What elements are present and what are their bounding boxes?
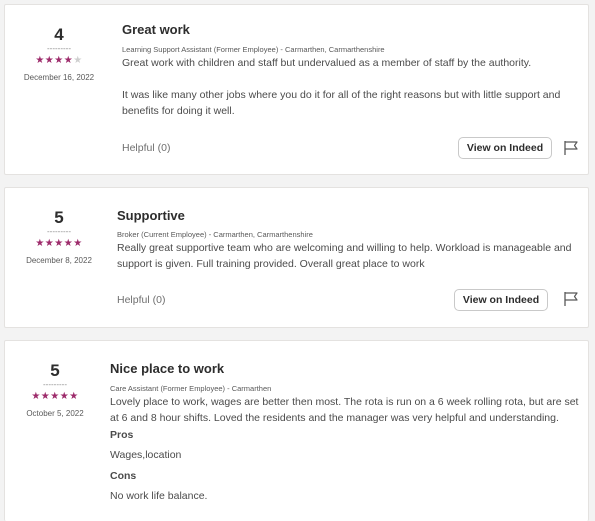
star-filled-icon: ★ bbox=[44, 55, 55, 66]
review-card: 5 --------- ★★★★★ October 5, 2022 Nice p… bbox=[4, 340, 589, 521]
star-filled-icon: ★ bbox=[54, 238, 64, 249]
review-body: Great work with children and staff but u… bbox=[122, 55, 577, 119]
review-content: Supportive Broker (Current Employee) - C… bbox=[117, 208, 577, 272]
rating-block: 5 --------- ★★★★★ October 5, 2022 bbox=[15, 361, 95, 418]
view-on-indeed-button[interactable]: View on Indeed bbox=[454, 289, 548, 311]
star-filled-icon: ★ bbox=[63, 55, 74, 66]
reviewer-meta: Broker (Current Employee) - Carmarthen, … bbox=[117, 230, 313, 239]
star-filled-icon: ★ bbox=[35, 55, 45, 66]
review-date: October 5, 2022 bbox=[26, 409, 84, 418]
star-empty-icon: ★ bbox=[73, 55, 83, 66]
rating-divider: --------- bbox=[47, 44, 71, 53]
star-filled-icon: ★ bbox=[50, 391, 60, 402]
review-paragraph: Lovely place to work, wages are better t… bbox=[110, 396, 579, 424]
pros-heading: Pros bbox=[110, 429, 134, 441]
star-rating: ★★★★★ bbox=[19, 238, 99, 250]
star-filled-icon: ★ bbox=[31, 391, 41, 402]
reviewer-meta: Care Assistant (Former Employee) - Carma… bbox=[110, 384, 272, 393]
star-filled-icon: ★ bbox=[59, 391, 70, 402]
pros-text: Wages,location bbox=[110, 449, 182, 461]
cons-text: No work life balance. bbox=[110, 490, 208, 502]
star-filled-icon: ★ bbox=[35, 238, 45, 249]
view-on-indeed-button[interactable]: View on Indeed bbox=[458, 137, 552, 159]
helpful-button[interactable]: Helpful (0) bbox=[117, 294, 165, 306]
helpful-button[interactable]: Helpful (0) bbox=[122, 142, 170, 154]
review-body: Lovely place to work, wages are better t… bbox=[110, 394, 580, 426]
rating-divider: --------- bbox=[43, 380, 67, 389]
review-content: Nice place to work Care Assistant (Forme… bbox=[110, 361, 580, 503]
rating-value: 5 bbox=[50, 361, 60, 380]
star-rating: ★★★★★ bbox=[19, 55, 99, 67]
star-filled-icon: ★ bbox=[40, 391, 51, 402]
rating-block: 4 --------- ★★★★★ December 16, 2022 bbox=[19, 25, 99, 82]
review-paragraph: Great work with children and staff but u… bbox=[122, 57, 532, 69]
star-filled-icon: ★ bbox=[69, 391, 79, 402]
star-filled-icon: ★ bbox=[63, 238, 74, 249]
review-card: 4 --------- ★★★★★ December 16, 2022 Grea… bbox=[4, 4, 589, 175]
rating-divider: --------- bbox=[47, 227, 71, 236]
rating-value: 5 bbox=[54, 208, 64, 227]
rating-value: 4 bbox=[54, 25, 64, 44]
flag-icon[interactable] bbox=[562, 290, 580, 308]
star-filled-icon: ★ bbox=[44, 238, 55, 249]
star-filled-icon: ★ bbox=[73, 238, 83, 249]
rating-block: 5 --------- ★★★★★ December 8, 2022 bbox=[19, 208, 99, 265]
review-body: Really great supportive team who are wel… bbox=[117, 240, 577, 272]
review-title: Great work bbox=[122, 22, 190, 37]
flag-icon[interactable] bbox=[562, 139, 580, 157]
review-title: Supportive bbox=[117, 208, 185, 223]
star-rating: ★★★★★ bbox=[15, 391, 95, 403]
review-title: Nice place to work bbox=[110, 361, 225, 376]
cons-heading: Cons bbox=[110, 470, 137, 482]
review-date: December 16, 2022 bbox=[23, 73, 95, 82]
reviewer-meta: Learning Support Assistant (Former Emplo… bbox=[122, 45, 385, 54]
review-paragraph: It was like many other jobs where you do… bbox=[122, 89, 561, 117]
review-card: 5 --------- ★★★★★ December 8, 2022 Suppo… bbox=[4, 187, 589, 328]
star-filled-icon: ★ bbox=[54, 55, 64, 66]
review-date: December 8, 2022 bbox=[26, 256, 92, 265]
review-paragraph: Really great supportive team who are wel… bbox=[117, 242, 572, 270]
review-content: Great work Learning Support Assistant (F… bbox=[122, 22, 577, 119]
